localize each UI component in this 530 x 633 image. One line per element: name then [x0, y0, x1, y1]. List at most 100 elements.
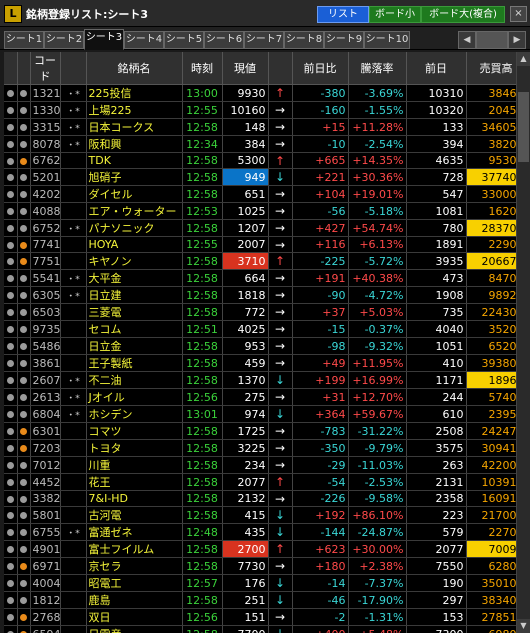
price-change: +116: [292, 236, 349, 253]
column-header-change-pct[interactable]: 騰落率: [348, 52, 407, 85]
current-price: 435: [222, 523, 269, 541]
tab-scroll-thumb[interactable]: [476, 31, 508, 49]
table-row[interactable]: 5801 古河電12:58415↓+192+86.10%223217000: [4, 506, 516, 524]
status-led-icon: [4, 557, 18, 575]
mode-board-large-button[interactable]: ボード大(複合): [421, 6, 505, 23]
scroll-thumb[interactable]: [518, 92, 529, 162]
close-icon[interactable]: ×: [510, 6, 527, 22]
column-header-arrow[interactable]: [268, 52, 293, 85]
stock-code: 4088: [30, 202, 61, 220]
table-row[interactable]: 3861 王子製紙12:58459→+49+11.95%410393800: [4, 354, 516, 372]
status-led-icon: [4, 490, 18, 507]
table-row[interactable]: 6594 日電産12:587700↓+400+5.48%730069800: [4, 625, 516, 633]
table-row[interactable]: 6804・*ホシデン13:01974↓+364+59.67%61023950: [4, 405, 516, 423]
column-header-prev-close[interactable]: 前日: [406, 52, 467, 85]
stock-name: 京セラ: [86, 557, 183, 575]
column-header-led2[interactable]: [17, 52, 31, 85]
table-row[interactable]: 6503 三菱電12:58772→+37+5.03%735224300: [4, 303, 516, 321]
trade-time: 12:56: [182, 388, 223, 406]
tab-sheet-8[interactable]: シート8: [284, 31, 324, 49]
trading-volume: 57400: [466, 388, 516, 406]
vertical-scrollbar[interactable]: ▲ ▼: [516, 52, 530, 633]
table-row[interactable]: 8078・*阪和興12:34384→-10-2.54%39438200: [4, 135, 516, 153]
table-row[interactable]: 4088 エア・ウォーター12:531025→-56-5.18%108116200: [4, 202, 516, 220]
table-row[interactable]: 5486 日立金12:58953→-98-9.32%105165200: [4, 337, 516, 355]
table-row[interactable]: 6301 コマツ12:581725→-783-31.22%2508242470: [4, 422, 516, 440]
change-percent: +30.36%: [348, 168, 407, 186]
stock-name: 川重: [86, 456, 183, 474]
column-header-mark[interactable]: [60, 52, 87, 85]
table-row[interactable]: 6971 京セラ12:587730→+180+2.38%755062800: [4, 557, 516, 575]
table-row[interactable]: 4901 富士フイルム12:582700↑+623+30.00%207770090: [4, 540, 516, 558]
price-change: +665: [292, 152, 349, 169]
tab-sheet-4[interactable]: シート4: [124, 31, 164, 49]
tab-sheet-7[interactable]: シート7: [244, 31, 284, 49]
table-row[interactable]: 4004 昭電工12:57176↓-14-7.37%190350100: [4, 574, 516, 592]
alert-led-icon: [17, 84, 31, 102]
tab-sheet-6[interactable]: シート6: [204, 31, 244, 49]
table-row[interactable]: 7203 トヨタ12:583225→-350-9.79%3575309410: [4, 439, 516, 457]
status-led-icon: [4, 422, 18, 440]
price-change: +199: [292, 371, 349, 389]
column-header-volume[interactable]: 売買高: [466, 52, 516, 85]
scroll-up-icon[interactable]: ▲: [517, 52, 530, 66]
table-row[interactable]: 2768 双日12:56151→-2-1.31%153278510: [4, 608, 516, 626]
mode-board-small-button[interactable]: ボード小: [369, 6, 421, 23]
stock-name: トヨタ: [86, 439, 183, 457]
table-row[interactable]: 1321 ・* 225投信 13:00 9930 ↑ -380 -3.69% 10310 3846…: [4, 84, 516, 102]
direction-arrow-icon: ↓: [268, 591, 293, 609]
tab-sheet-10[interactable]: シート10: [364, 31, 410, 49]
table-row[interactable]: 6762 TDK12:585300↑+665+14.35%463595300: [4, 152, 516, 169]
status-led-icon: [4, 320, 18, 338]
table-row[interactable]: 5201 旭硝子12:58949↓+221+30.36%728377400: [4, 168, 516, 186]
table-row[interactable]: 4202 ダイセル12:58651→+104+19.01%547330000: [4, 185, 516, 203]
column-header-time[interactable]: 時刻: [182, 52, 223, 85]
table-row[interactable]: 9735 セコム12:514025→-15-0.37%404035200: [4, 320, 516, 338]
table-row[interactable]: 1330 ・* 上場225 12:55 10160 → -160 -1.55% 10320 204…: [4, 101, 516, 119]
mode-list-button[interactable]: リスト: [317, 6, 369, 23]
tab-sheet-3[interactable]: シート3: [84, 29, 124, 50]
tab-scroll-right-icon[interactable]: ▶: [508, 31, 526, 49]
table-row[interactable]: 6752 ・* パナソニック 12:58 1207 → +427 +54.74% 780 2837…: [4, 219, 516, 237]
tab-scroll-left-icon[interactable]: ◀: [458, 31, 476, 49]
previous-close: 297: [406, 591, 467, 609]
price-change: -160: [292, 101, 349, 119]
price-change: -29: [292, 456, 349, 474]
scroll-down-icon[interactable]: ▼: [517, 619, 530, 633]
table-row[interactable]: 7751 キヤノン12:583710↑-225-5.72%3935206670: [4, 252, 516, 270]
column-header-code[interactable]: コード: [30, 52, 61, 85]
stock-grid: コード 銘柄名 時刻 現値 前日比 騰落率 前日 売買高 1321 ・* 225投信…: [4, 52, 516, 633]
table-row[interactable]: 1812 鹿島12:58251↓-46-17.90%297383400: [4, 591, 516, 609]
trading-volume: 160910: [466, 490, 516, 507]
table-row[interactable]: 6755・*富通ゼネ12:48435↓-144-24.87%57922700: [4, 523, 516, 541]
table-row[interactable]: 7741 HOYA12:552007→+116+6.13%189122900: [4, 236, 516, 253]
table-row[interactable]: 3382 7&I-HD12:582132→-226-9.58%2358160910: [4, 490, 516, 507]
column-header-led1[interactable]: [4, 52, 18, 85]
current-price: 9930: [222, 84, 269, 102]
trading-volume: 62800: [466, 557, 516, 575]
tab-sheet-2[interactable]: シート2: [44, 31, 84, 49]
stock-code: 5486: [30, 337, 61, 355]
column-header-name[interactable]: 銘柄名: [86, 52, 183, 85]
trading-volume: 23950: [466, 405, 516, 423]
table-row[interactable]: 2613・*Jオイル12:56275→+31+12.70%24457400: [4, 388, 516, 406]
table-row[interactable]: 7012 川重12:58234→-29-11.03%263422000: [4, 456, 516, 474]
table-row[interactable]: 4452 花王12:582077↑-54-2.53%2131103910: [4, 473, 516, 491]
tab-sheet-1[interactable]: シート1: [4, 31, 44, 49]
margin-mark: [60, 591, 87, 609]
tab-sheet-5[interactable]: シート5: [164, 31, 204, 49]
column-header-price[interactable]: 現値: [222, 52, 269, 85]
table-row[interactable]: 3315・*日本コークス12:58148→+15+11.28%133346050: [4, 118, 516, 136]
table-row[interactable]: 5541・*大平金12:58664→+191+40.38%47384700: [4, 269, 516, 287]
margin-mark: [60, 456, 87, 474]
direction-arrow-icon: ↓: [268, 168, 293, 186]
current-price: 4025: [222, 320, 269, 338]
previous-close: 223: [406, 506, 467, 524]
table-row[interactable]: 6305・*日立建12:581818→-90-4.72%190898920: [4, 286, 516, 304]
stock-code: 4452: [30, 473, 61, 491]
column-header-change[interactable]: 前日比: [292, 52, 349, 85]
trading-volume: 283700: [466, 219, 516, 237]
tab-sheet-9[interactable]: シート9: [324, 31, 364, 49]
table-row[interactable]: 2607・*不二油12:581370↓+199+16.99%117118960: [4, 371, 516, 389]
current-price: 459: [222, 354, 269, 372]
